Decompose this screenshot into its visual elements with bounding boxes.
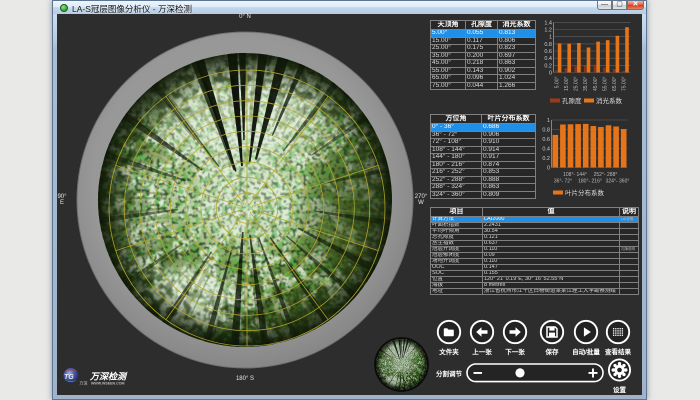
svg-text:万深检测: 万深检测	[89, 372, 128, 382]
svg-text:TG: TG	[64, 374, 74, 381]
svg-text:WWW.WSEEN.COM: WWW.WSEEN.COM	[91, 382, 125, 386]
svg-text:万深: 万深	[80, 380, 88, 386]
